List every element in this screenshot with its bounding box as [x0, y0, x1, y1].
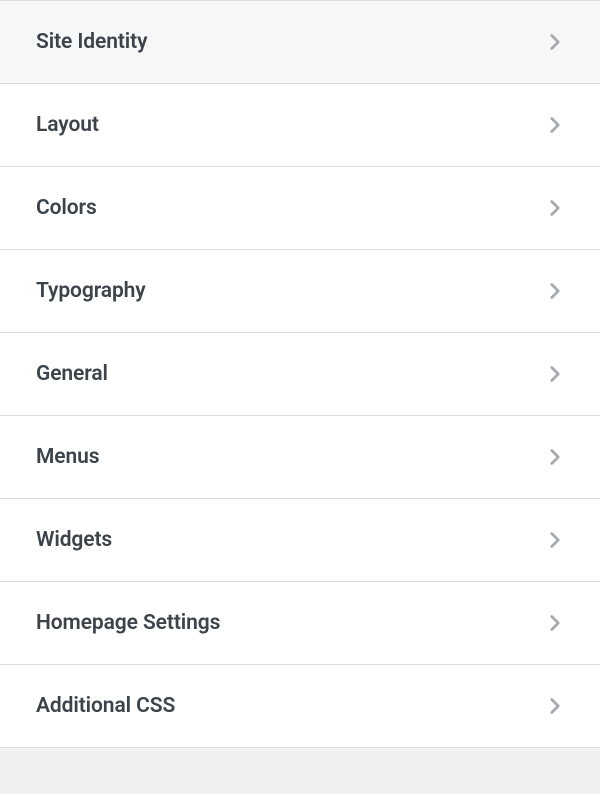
chevron-right-icon — [542, 444, 568, 470]
chevron-right-icon — [542, 527, 568, 553]
section-additional-css[interactable]: Additional CSS — [0, 665, 600, 748]
chevron-right-icon — [542, 610, 568, 636]
section-label: Typography — [36, 279, 146, 303]
section-label: Layout — [36, 113, 99, 137]
chevron-right-icon — [542, 195, 568, 221]
section-label: Menus — [36, 445, 99, 469]
section-site-identity[interactable]: Site Identity — [0, 0, 600, 84]
section-typography[interactable]: Typography — [0, 250, 600, 333]
section-label: Widgets — [36, 528, 112, 552]
customizer-panel: Site Identity Layout Colors Typography G… — [0, 0, 600, 748]
section-layout[interactable]: Layout — [0, 84, 600, 167]
section-label: General — [36, 362, 108, 386]
section-general[interactable]: General — [0, 333, 600, 416]
section-label: Site Identity — [36, 30, 147, 54]
section-menus[interactable]: Menus — [0, 416, 600, 499]
chevron-right-icon — [542, 278, 568, 304]
section-widgets[interactable]: Widgets — [0, 499, 600, 582]
chevron-right-icon — [542, 361, 568, 387]
chevron-right-icon — [542, 29, 568, 55]
section-label: Additional CSS — [36, 694, 175, 718]
chevron-right-icon — [542, 112, 568, 138]
section-label: Homepage Settings — [36, 611, 220, 635]
chevron-right-icon — [542, 693, 568, 719]
section-homepage-settings[interactable]: Homepage Settings — [0, 582, 600, 665]
section-label: Colors — [36, 196, 97, 220]
section-colors[interactable]: Colors — [0, 167, 600, 250]
